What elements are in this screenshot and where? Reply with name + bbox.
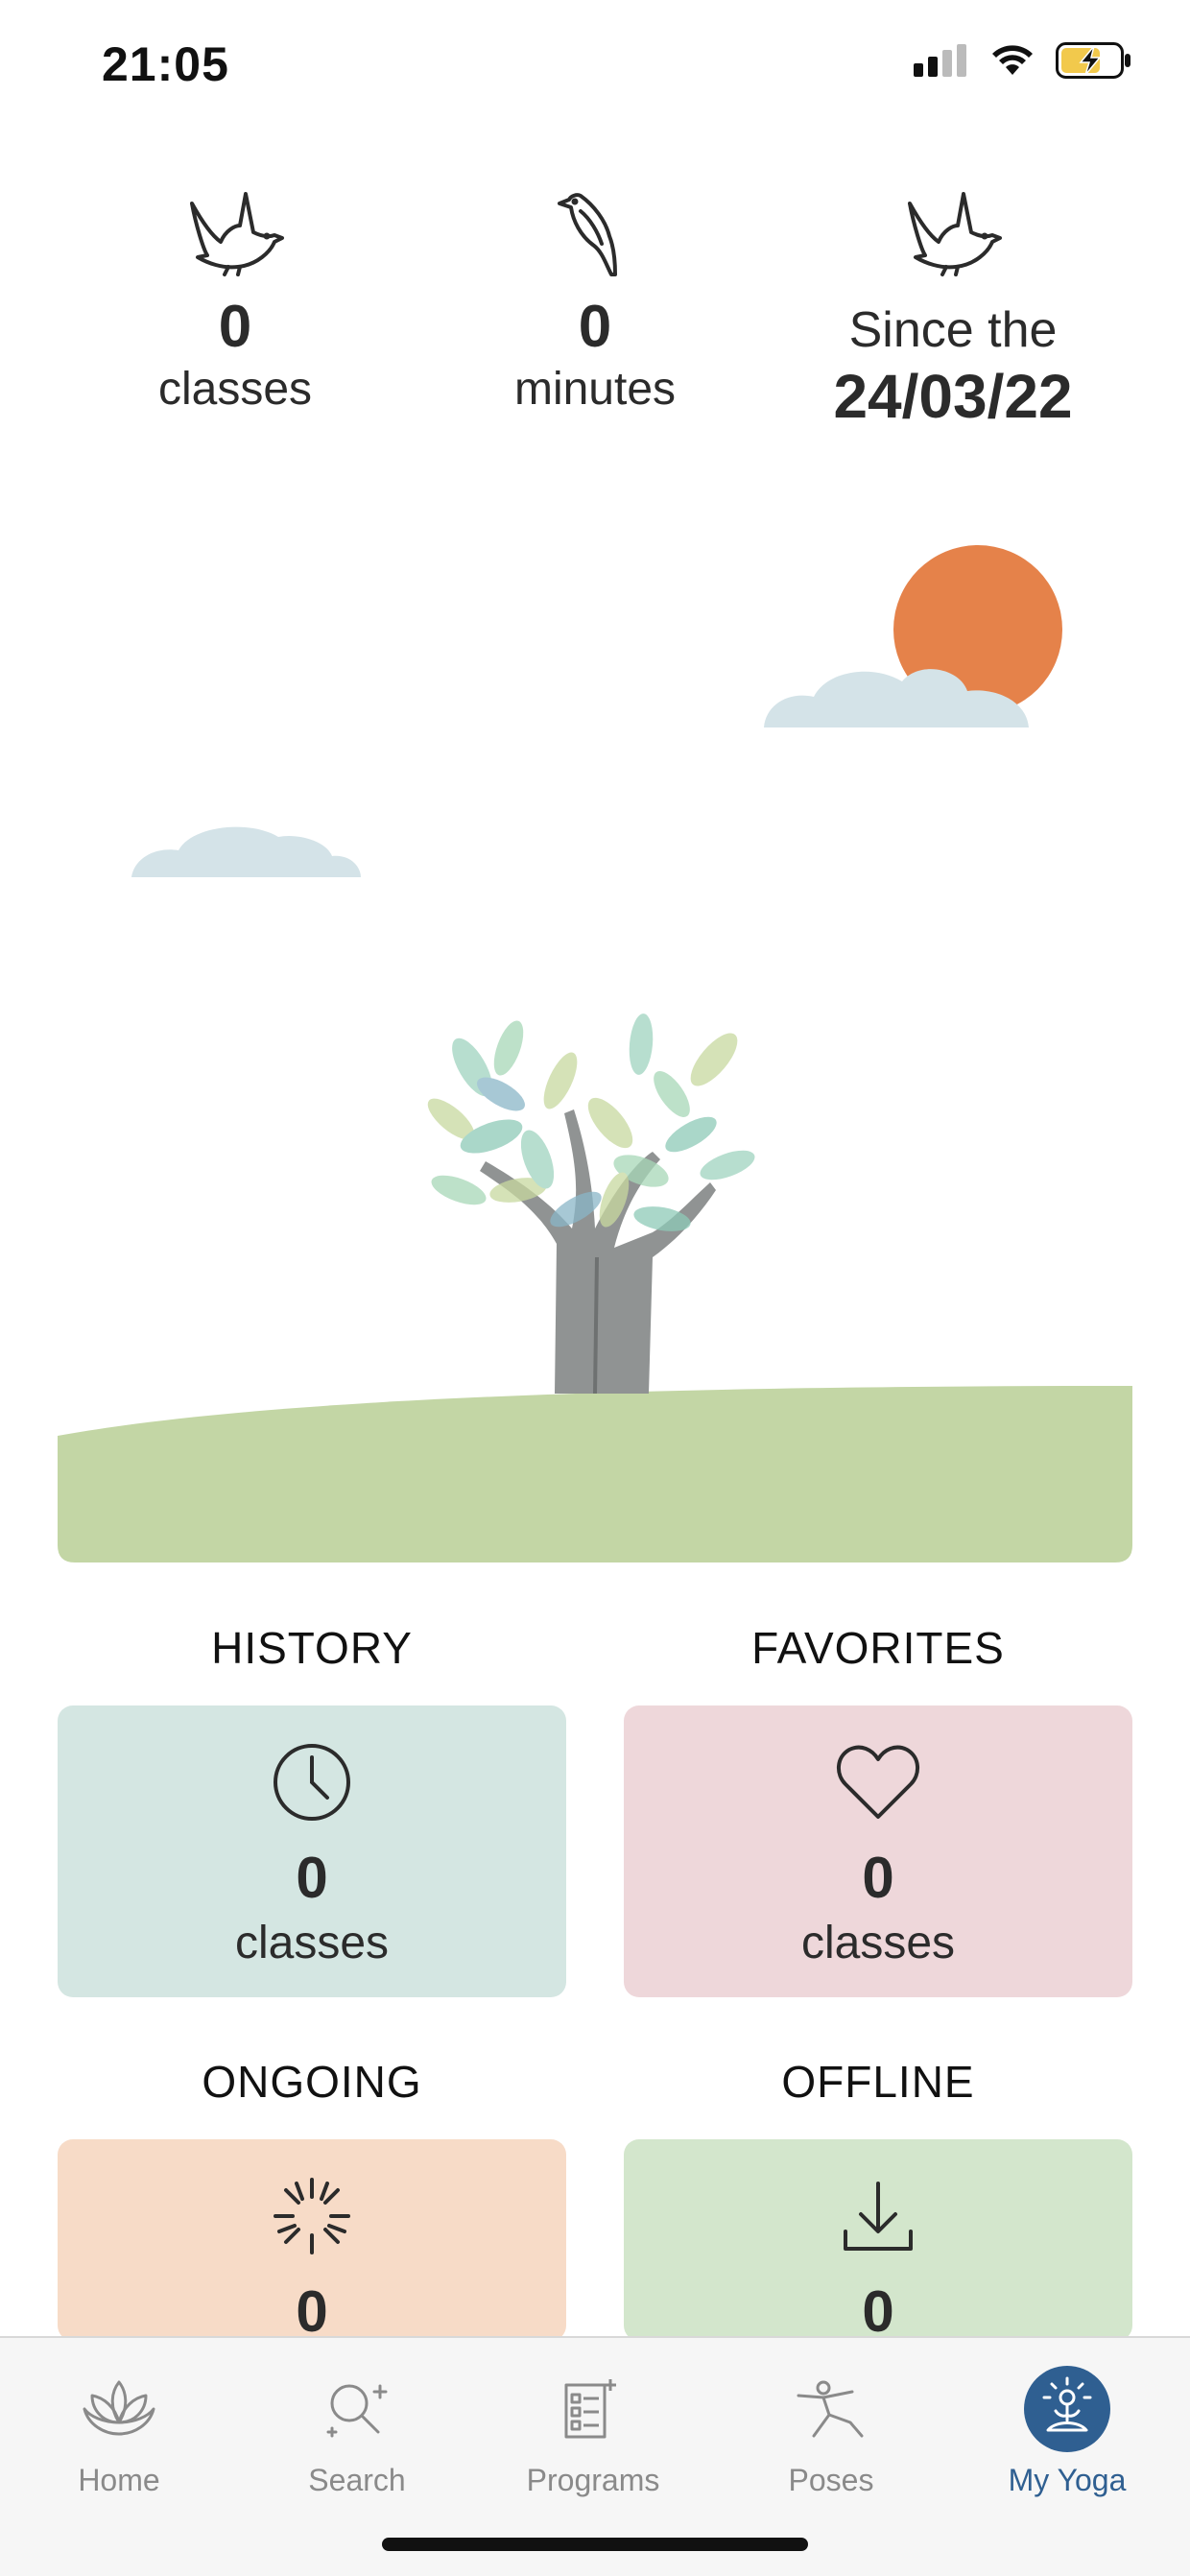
flying-bird-icon	[72, 163, 398, 278]
history-label: classes	[234, 1918, 390, 1968]
history-count: 0	[296, 1846, 328, 1910]
growth-tree-illustration	[0, 499, 1190, 1564]
status-time: 21:05	[102, 37, 229, 91]
cellular-signal-icon	[914, 44, 966, 77]
meditation-avatar-icon	[971, 2361, 1163, 2457]
wifi-icon	[992, 45, 1033, 75]
search-sparkle-icon	[261, 2361, 453, 2457]
tab-my-yoga[interactable]: My Yoga	[971, 2361, 1163, 2498]
classes-stat: 0 classes	[72, 163, 398, 416]
history-card[interactable]: 0 classes	[58, 1705, 566, 1997]
tab-programs[interactable]: Programs	[497, 2361, 689, 2498]
practice-stats: 0 classes 0 minutes Since the 24/03/22	[0, 163, 1190, 451]
favorites-card[interactable]: 0 classes	[624, 1705, 1132, 1997]
minutes-count: 0	[578, 294, 612, 360]
since-label: Since the	[848, 302, 1058, 358]
battery-charging-icon	[1056, 42, 1130, 79]
tree-trunk	[480, 1109, 716, 1394]
flying-bird-icon	[790, 163, 1116, 278]
lotus-icon	[23, 2361, 215, 2457]
loading-spinner-icon	[58, 2168, 566, 2264]
cloud-illustration	[131, 826, 361, 877]
ongoing-card[interactable]: 0	[58, 2139, 566, 2341]
since-stat: Since the 24/03/22	[790, 163, 1116, 430]
tab-home[interactable]: Home	[23, 2361, 215, 2498]
programs-list-icon	[497, 2361, 689, 2457]
ongoing-count: 0	[296, 2279, 328, 2341]
history-title: HISTORY	[211, 1623, 413, 1673]
status-icons	[914, 42, 1132, 79]
since-date: 24/03/22	[833, 362, 1073, 431]
tab-programs-label: Programs	[526, 2463, 660, 2497]
tab-home-label: Home	[78, 2463, 160, 2497]
home-indicator[interactable]	[382, 2538, 808, 2551]
yoga-pose-icon	[735, 2361, 927, 2457]
status-bar: 21:05	[0, 0, 1190, 130]
favorites-title: FAVORITES	[751, 1623, 1005, 1673]
perched-bird-icon	[432, 163, 758, 278]
clock-icon	[58, 1734, 566, 1830]
classes-label: classes	[157, 364, 313, 415]
minutes-stat: 0 minutes	[432, 163, 758, 416]
offline-count: 0	[862, 2279, 894, 2341]
download-icon	[624, 2168, 1132, 2264]
heart-icon	[624, 1734, 1132, 1830]
tab-search-label: Search	[308, 2463, 406, 2497]
favorites-label: classes	[800, 1918, 956, 1968]
tab-poses-label: Poses	[788, 2463, 874, 2497]
tab-poses[interactable]: Poses	[735, 2361, 927, 2498]
offline-card[interactable]: 0	[624, 2139, 1132, 2341]
tab-search[interactable]: Search	[261, 2361, 453, 2498]
offline-title: OFFLINE	[781, 2057, 975, 2107]
grass-hill	[58, 1386, 1132, 1562]
tab-my-yoga-label: My Yoga	[1008, 2463, 1127, 2497]
classes-count: 0	[218, 294, 252, 360]
favorites-count: 0	[862, 1846, 894, 1910]
minutes-label: minutes	[513, 364, 677, 415]
ongoing-title: ONGOING	[202, 2057, 422, 2107]
